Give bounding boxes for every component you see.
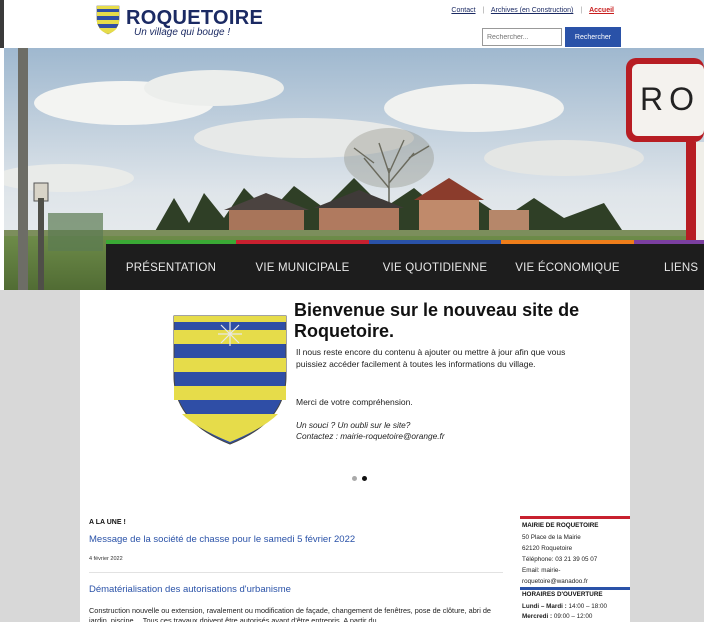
main-content: Bienvenue sur le nouveau site de Roqueto… — [80, 290, 630, 622]
nav-item-1[interactable]: PRÉSENTATION — [106, 240, 236, 290]
welcome-contact-question: Un souci ? Un oubli sur le site? — [296, 420, 411, 430]
news-item-excerpt-2: Construction nouvelle ou extension, rava… — [89, 606, 491, 622]
site-logo[interactable]: ROQUETOIRE Un village qui bouge ! — [96, 5, 263, 45]
hours-title: HORAIRES D'OUVERTURE — [522, 591, 603, 598]
nav-item-label: VIE MUNICIPALE — [255, 262, 350, 274]
mairie-title: MAIRIE DE ROQUETOIRE — [522, 522, 599, 529]
separator: | — [580, 7, 583, 14]
shield-logo-icon — [96, 5, 120, 35]
welcome-heading: Bienvenue sur le nouveau site de Roqueto… — [294, 300, 580, 341]
nav-item-5[interactable]: LIENS U — [634, 240, 704, 330]
search-input[interactable] — [482, 28, 562, 46]
nav-item-2[interactable]: VIE MUNICIPALE — [236, 240, 369, 290]
slider-dots — [352, 476, 372, 484]
welcome-contact-email[interactable]: Contactez : mairie-roquetoire@orange.fr — [296, 431, 445, 441]
archives-link[interactable]: Archives (en Construction) — [491, 7, 573, 14]
nav-item-label: PRÉSENTATION — [125, 262, 217, 274]
slider-dot-2[interactable] — [362, 476, 367, 481]
hours-line-2: Mercredi : 09:00 – 12:00 — [522, 613, 593, 620]
nav-item-4[interactable]: VIE ÉCONOMIQUE — [501, 240, 634, 290]
nav-color-bar — [236, 240, 369, 244]
roquetoire-coat-of-arms-icon — [173, 315, 287, 445]
news-item-date-1: 4 février 2022 — [89, 556, 123, 562]
nav-item-label: VIE ÉCONOMIQUE — [515, 262, 620, 274]
news-section-label: A LA UNE ! — [89, 519, 126, 526]
accueil-link[interactable]: Accueil — [589, 7, 614, 14]
slider-dot-1[interactable] — [352, 476, 357, 481]
nav-color-bar — [634, 240, 704, 244]
contact-link[interactable]: Contact — [451, 7, 475, 14]
mairie-email-label: Email: mairie- — [522, 567, 561, 574]
road-sign-text: RO — [640, 81, 700, 117]
nav-color-bar — [106, 240, 236, 244]
welcome-text: Il nous reste encore du contenu à ajoute… — [296, 347, 566, 369]
divider — [89, 572, 503, 573]
news-item-title-1[interactable]: Message de la société de chasse pour le … — [89, 534, 355, 545]
mairie-address-line-1: 50 Place de la Mairie — [522, 534, 581, 541]
mairie-phone: Téléphone: 03 21 39 05 07 — [522, 556, 598, 563]
nav-item-label: VIE QUOTIDIENNE — [382, 262, 488, 274]
hours-line-1: Lundi – Mardi : 14:00 – 18:00 — [522, 603, 608, 610]
sidebar-accent-bar-2 — [520, 587, 630, 590]
sidebar-accent-bar — [520, 516, 630, 519]
nav-color-bar — [369, 240, 501, 244]
mairie-email[interactable]: roquetoire@wanadoo.fr — [522, 578, 588, 585]
page: ROQUETOIRE Un village qui bouge ! Contac… — [0, 0, 704, 622]
header: ROQUETOIRE Un village qui bouge ! Contac… — [0, 0, 704, 48]
mairie-address-line-2: 62120 Roquetoire — [522, 545, 573, 552]
sidebar-mairie-info: MAIRIE DE ROQUETOIRE 50 Place de la Mair… — [520, 516, 630, 622]
separator: | — [482, 7, 485, 14]
welcome-slide: Bienvenue sur le nouveau site de Roqueto… — [80, 290, 630, 490]
top-links: Contact | Archives (en Construction) | A… — [451, 7, 614, 14]
site-tagline: Un village qui bouge ! — [134, 27, 231, 38]
nav-item-3[interactable]: VIE QUOTIDIENNE — [369, 240, 501, 290]
search-button[interactable]: Rechercher — [565, 27, 621, 47]
nav-color-bar — [501, 240, 634, 244]
welcome-thanks: Merci de votre compréhension. — [296, 397, 413, 407]
news-item-title-2[interactable]: Dématérialisation des autorisations d'ur… — [89, 584, 291, 595]
main-nav: PRÉSENTATION VIE MUNICIPALE VIE QUOTIDIENN… — [106, 240, 704, 330]
